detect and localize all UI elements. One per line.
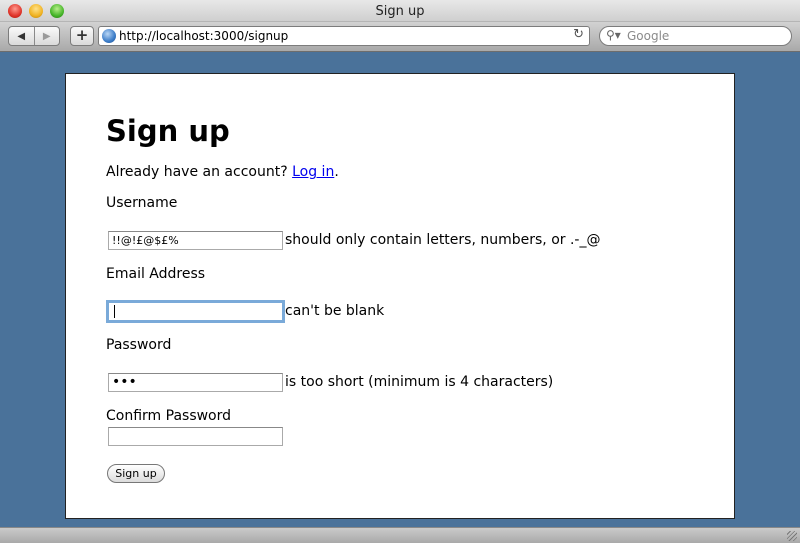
password-input[interactable]: ••• [108, 373, 283, 392]
login-prompt-text: Already have an account? [106, 164, 293, 180]
text-cursor [114, 305, 115, 318]
confirm-password-input[interactable] [108, 427, 283, 446]
resize-grip-icon[interactable] [787, 531, 797, 541]
confirm-password-label: Confirm Password [106, 408, 232, 424]
search-placeholder: Google [627, 29, 670, 43]
username-error: should only contain letters, numbers, or… [285, 232, 601, 248]
login-link[interactable]: Log in [292, 164, 334, 180]
email-input[interactable] [106, 300, 285, 323]
signup-submit-button[interactable]: Sign up [107, 464, 165, 483]
password-dots: ••• [112, 374, 137, 390]
browser-toolbar: ◀ ▶ + http://localhost:3000/signup ↻ ⚲▾ … [0, 22, 800, 52]
email-label: Email Address [106, 266, 206, 282]
back-button[interactable]: ◀ [9, 27, 35, 45]
password-error: is too short (minimum is 4 characters) [285, 374, 554, 390]
forward-button[interactable]: ▶ [35, 27, 60, 45]
nav-buttons: ◀ ▶ [8, 26, 60, 46]
login-prompt: Already have an account? Log in. [106, 164, 339, 180]
status-bar [0, 527, 800, 543]
page-title: Sign up [106, 114, 230, 148]
search-icon[interactable]: ⚲▾ [606, 28, 621, 42]
password-label: Password [106, 337, 172, 353]
username-label: Username [106, 195, 178, 211]
forward-arrow-icon: ▶ [42, 30, 51, 42]
reload-icon[interactable]: ↻ [573, 27, 584, 42]
globe-icon [102, 29, 116, 43]
back-arrow-icon: ◀ [17, 30, 26, 42]
window-titlebar: Sign up [0, 0, 800, 22]
plus-icon: + [75, 26, 89, 44]
address-bar[interactable]: http://localhost:3000/signup ↻ [98, 26, 590, 46]
login-prompt-period: . [334, 164, 339, 180]
url-text[interactable]: http://localhost:3000/signup [119, 29, 288, 43]
search-field[interactable]: ⚲▾ Google [599, 26, 792, 46]
page-panel: Sign up Already have an account? Log in.… [65, 73, 735, 519]
add-bookmark-button[interactable]: + [70, 26, 94, 46]
email-error: can't be blank [285, 303, 385, 319]
username-input[interactable] [108, 231, 283, 250]
window-title: Sign up [375, 4, 425, 19]
